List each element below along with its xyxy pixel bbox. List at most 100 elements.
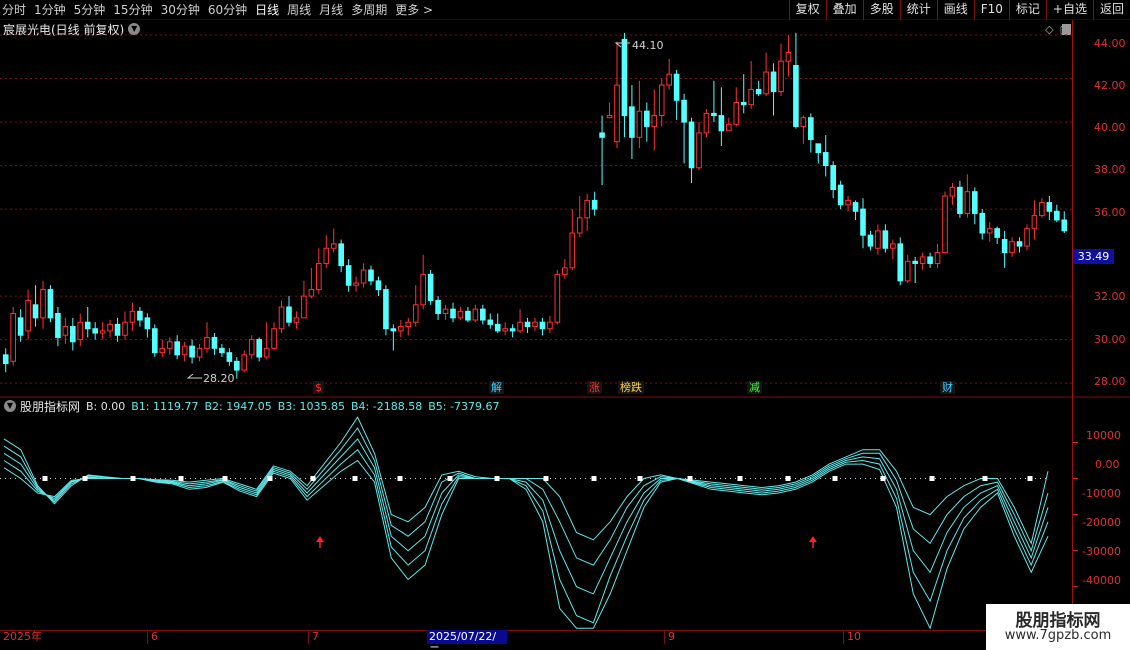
candle-up	[241, 354, 248, 371]
arrow-up-icon	[316, 536, 324, 548]
candle-up	[569, 232, 576, 269]
candle-up	[248, 339, 255, 356]
candle-up	[122, 321, 128, 336]
candle-up	[658, 84, 665, 117]
zero-marker	[785, 476, 791, 482]
candle-down	[70, 326, 76, 343]
candle-down	[92, 328, 98, 334]
event-marker-reduce[interactable]: 减	[747, 381, 762, 394]
arrow-up-head	[316, 536, 324, 542]
candle-down	[927, 256, 933, 264]
candle-up	[316, 262, 322, 291]
candle-up	[763, 71, 769, 95]
candle-down	[55, 313, 61, 338]
candle-up	[554, 273, 561, 323]
candle-up	[942, 195, 948, 254]
candle-down	[114, 323, 121, 336]
candle-up	[353, 282, 359, 286]
candle-down	[84, 321, 91, 330]
candle-down	[599, 132, 605, 138]
candle-up	[107, 323, 113, 332]
candle-down	[189, 345, 195, 358]
price-tick: 30.00	[1094, 333, 1126, 346]
zero-marker	[687, 476, 693, 482]
candle-down	[1054, 210, 1060, 221]
candle-up	[457, 310, 464, 319]
indicator-value-b4: B4: -2188.58	[351, 399, 423, 413]
candle-up	[584, 199, 590, 219]
candle-down	[711, 112, 717, 117]
chart-canvas[interactable]: 44.10 28.20	[0, 0, 1130, 650]
candle-down	[1016, 241, 1023, 247]
candle-up	[532, 321, 538, 328]
candle-up	[40, 289, 46, 319]
date-tick: 10	[843, 630, 861, 644]
candle-up	[562, 267, 568, 275]
indicator-header: ▼ 股朋指标网 B: 0.00 B1: 1119.77 B2: 1947.05 …	[0, 397, 505, 415]
grid-lines	[0, 34, 1130, 624]
candle-up	[547, 321, 553, 330]
candle-down	[256, 339, 262, 358]
price-tick: 36.00	[1094, 206, 1126, 219]
price-tick: 32.00	[1094, 290, 1126, 303]
candle-up	[166, 341, 173, 349]
price-tick: 44.00	[1094, 37, 1126, 50]
zero-marker	[130, 476, 136, 482]
candle-up	[204, 336, 210, 349]
candle-down	[815, 143, 822, 154]
candle-down	[644, 110, 650, 127]
candle-up	[293, 317, 300, 323]
event-marker-finance[interactable]: 财	[940, 381, 955, 394]
candle-down	[435, 299, 441, 315]
candle-up	[778, 60, 784, 93]
candle-up	[733, 101, 740, 125]
candle-down	[32, 304, 39, 319]
candle-down	[47, 289, 54, 319]
event-marker-rise[interactable]: 涨	[587, 381, 602, 394]
event-marker-dividend[interactable]: $	[313, 381, 324, 394]
candle-down	[912, 260, 918, 264]
event-marker-unlock[interactable]: 解	[489, 381, 504, 394]
candle-down	[755, 88, 762, 95]
candle-up	[1031, 215, 1038, 230]
candle-up	[77, 321, 84, 341]
zero-marker	[929, 476, 935, 482]
zero-marker	[42, 476, 48, 482]
candle-up	[726, 123, 732, 132]
indicator-name: 股朋指标网	[20, 399, 81, 414]
candle-up	[890, 243, 896, 249]
candle-up	[845, 199, 851, 206]
candle-down	[286, 306, 292, 323]
candle-down	[17, 317, 24, 336]
candle-down	[957, 186, 963, 214]
date-tick: 9	[664, 630, 675, 644]
candle-down	[345, 265, 352, 286]
chevron-down-icon[interactable]: ▼	[4, 400, 16, 412]
watermark-logo: 股朋指标网 www.7gpzb.com	[986, 604, 1130, 650]
candle-down	[621, 38, 628, 117]
candle-down	[465, 310, 471, 321]
candle-up	[271, 328, 277, 349]
price-tick: 38.00	[1094, 163, 1126, 176]
indicator-tick: 10000	[1086, 429, 1121, 442]
zero-marker	[82, 476, 88, 482]
candle-down	[770, 71, 777, 93]
event-marker-rank-fall[interactable]: 榜跌	[618, 381, 644, 394]
candle-up	[703, 112, 710, 134]
candle-up	[748, 88, 754, 106]
candle-up	[785, 51, 792, 62]
date-tick: 6	[147, 630, 158, 644]
candle-down	[837, 184, 844, 206]
candle-down	[860, 208, 866, 236]
candle-down	[427, 273, 434, 301]
zero-marker	[267, 476, 273, 482]
arrow-up-head	[809, 536, 817, 542]
indicator-tick: 0.00	[1095, 458, 1120, 471]
candle-up	[800, 117, 807, 127]
candle-down	[487, 319, 494, 325]
candle-up	[10, 313, 16, 362]
candle-up	[323, 247, 330, 264]
candle-down	[219, 347, 225, 354]
candle-up	[25, 299, 31, 332]
candle-down	[688, 121, 695, 169]
